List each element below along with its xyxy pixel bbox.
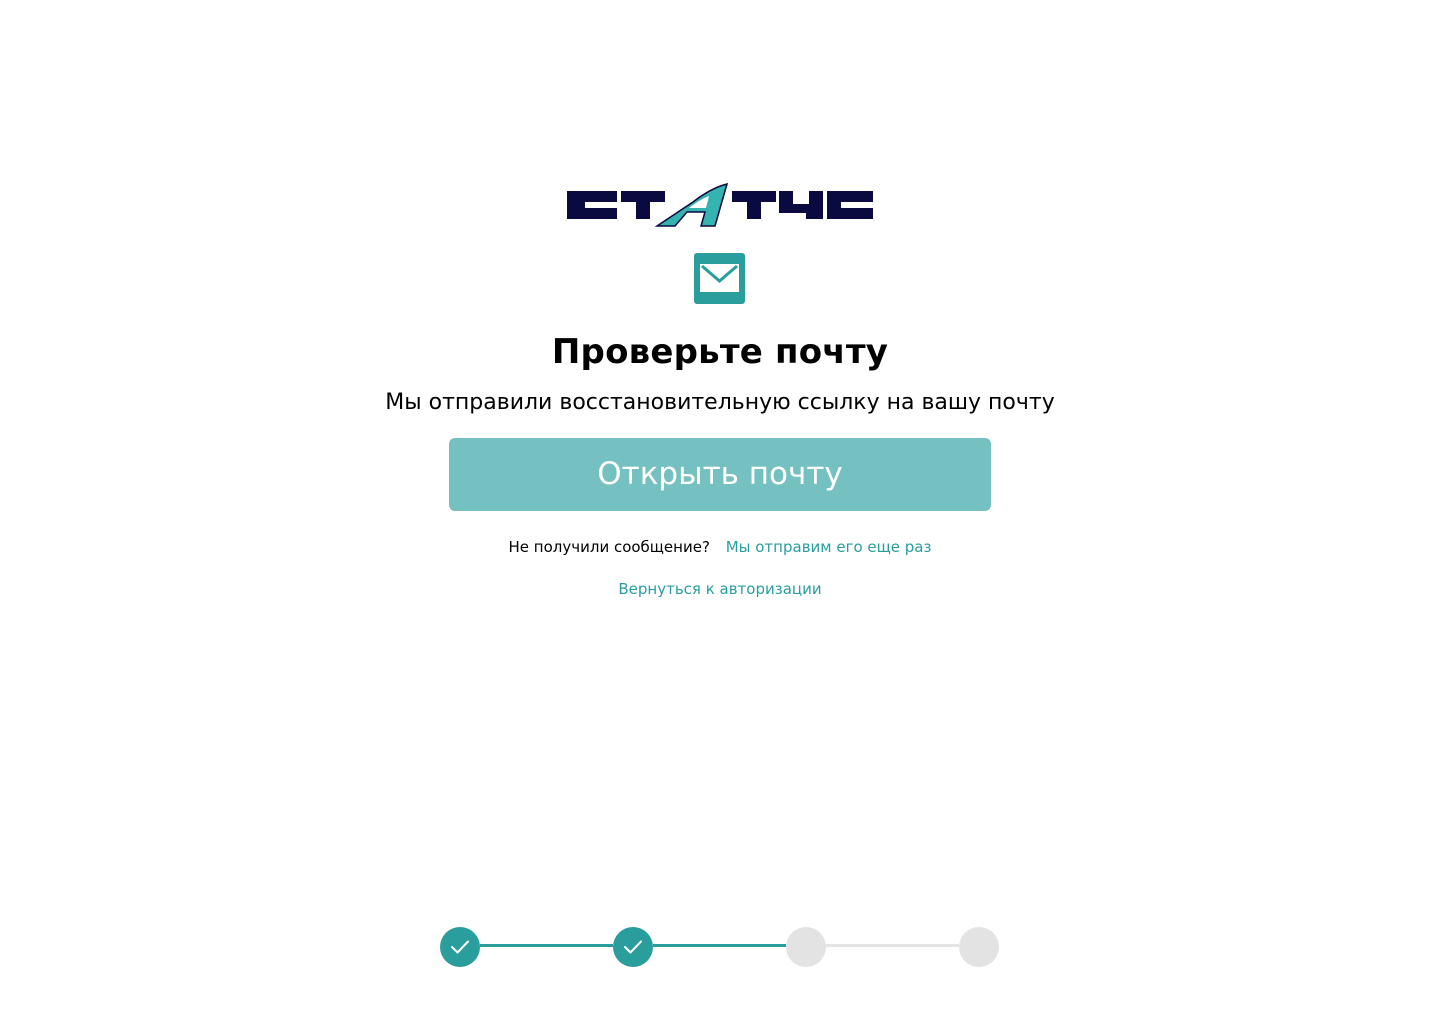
page-subtitle: Мы отправили восстановительную ссылку на… — [385, 390, 1055, 415]
status-logo — [565, 182, 875, 228]
progress-stepper — [440, 927, 1000, 967]
stepper-step-4 — [959, 927, 999, 967]
stepper-step-3 — [786, 927, 826, 967]
check-icon — [624, 940, 642, 954]
check-icon — [451, 940, 469, 954]
page-title: Проверьте почту — [551, 332, 889, 372]
resend-row: Не получили сообщение? Мы отправим его е… — [0, 536, 1440, 558]
envelope-icon — [694, 253, 745, 304]
back-link-row: Вернуться к авторизации — [0, 578, 1440, 600]
resend-link[interactable]: Мы отправим его еще раз — [726, 538, 932, 556]
stepper-connector — [653, 944, 786, 947]
stepper-connector — [480, 944, 613, 947]
back-to-login-link[interactable]: Вернуться к авторизации — [618, 580, 821, 598]
open-mail-button[interactable]: Открыть почту — [449, 438, 991, 511]
resend-question: Не получили сообщение? — [508, 538, 710, 556]
stepper-step-2 — [613, 927, 653, 967]
stepper-connector — [826, 944, 959, 947]
stepper-step-1 — [440, 927, 480, 967]
